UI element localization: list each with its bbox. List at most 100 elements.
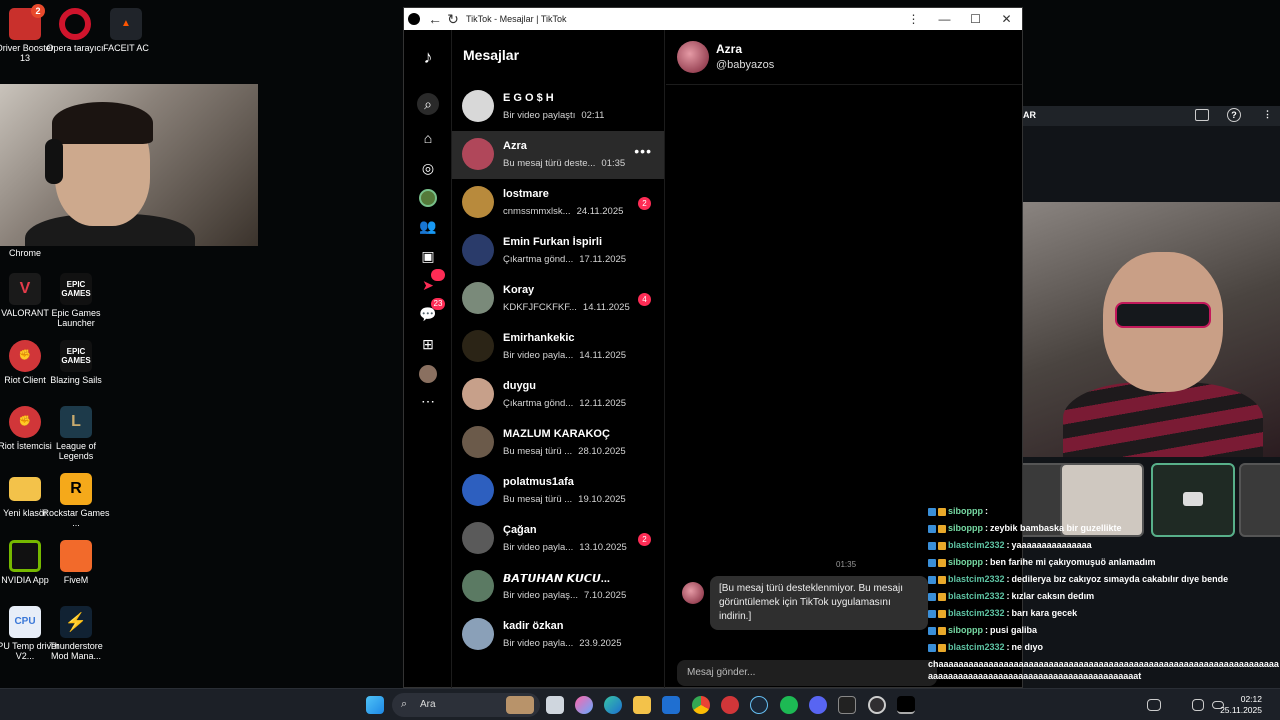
spotify-icon[interactable] [780, 696, 798, 714]
conversation-time: 12.11.2025 [579, 398, 627, 409]
conversation-item[interactable]: E G O $ H Bir video paylaştı 02:11 [452, 83, 664, 131]
chat-message: siboppp: ben farihe mi çakıyomuşuö anlama… [928, 554, 1280, 571]
conversation-item[interactable]: Koray KDKFJFCKFKF... 14.11.2025 4 [452, 275, 664, 323]
back-icon[interactable]: ← [426, 11, 444, 27]
discord-icon[interactable] [809, 696, 827, 714]
conversation-item[interactable]: Emin Furkan İspirli Çıkartma gönd... 17.11… [452, 227, 664, 275]
chat-username: siboppp [948, 523, 983, 533]
refresh-icon[interactable]: ↻ [444, 11, 462, 28]
unread-badge: 4 [638, 293, 651, 306]
file-explorer-icon[interactable] [633, 696, 651, 714]
notifications-icon[interactable]: ➤ 8 [417, 269, 445, 296]
conversation-preview: Bir video paylaştı 02:11 [503, 110, 604, 121]
desktop-icon-faceit[interactable]: ▲ FACEIT AC [91, 8, 161, 53]
desktop-icon-rockstar[interactable]: R Rockstar Games ... [41, 473, 111, 528]
conversation-name: Çağan [503, 524, 537, 536]
outlook-icon[interactable] [662, 696, 680, 714]
obs-icon[interactable] [868, 696, 886, 714]
minimize-button[interactable]: — [929, 12, 960, 26]
task-view-icon[interactable] [546, 696, 564, 714]
live-icon[interactable]: ▣ [417, 245, 439, 267]
message-input[interactable]: Mesaj gönder... [677, 660, 937, 686]
tiktok-taskbar-icon[interactable] [897, 696, 915, 714]
windows-start-icon[interactable] [366, 696, 384, 714]
desktop-icon-label: League of Legends [55, 441, 97, 461]
conversation-preview-text: Bir video paylaş... [503, 590, 578, 601]
volume-icon[interactable] [1192, 699, 1204, 711]
conversation-item[interactable]: 𝘽𝘼𝙏𝙐𝙃𝘼𝙉 𝙆𝙐𝘾𝙐... Bir video paylaş... 7.10.2… [452, 563, 664, 611]
desktop-icon-fivem[interactable]: FiveM [41, 540, 111, 585]
riot-client-icon: ✊ [9, 340, 41, 372]
tray-chevron-icon[interactable] [1122, 696, 1132, 714]
chat-message: siboppp: pusi galiba [928, 622, 1280, 639]
kebab-icon[interactable]: ⋮ [1263, 109, 1272, 120]
conversation-item[interactable]: Azra Bu mesaj türü deste... 01:35 ••• [452, 131, 664, 179]
chat-text: barı kara gecek [1011, 608, 1078, 618]
conversation-item[interactable]: kadir özkan Bir video payla... 23.9.2025 [452, 611, 664, 659]
conversation-item[interactable]: polatmus1afa Bu mesaj türü ... 19.10.2025 [452, 467, 664, 515]
chat-text: chaaaaaaaaaaaaaaaaaaaaaaaaaaaaaaaaaaaaaa… [928, 659, 1279, 681]
chat-message: blastcim2332: dedilerya bız cakıyoz sımay… [928, 571, 1280, 588]
more-options-icon[interactable]: ••• [634, 143, 652, 159]
explore-icon[interactable]: ◎ [417, 157, 439, 179]
conversation-preview-text: Çıkartma gönd... [503, 398, 574, 409]
system-clock[interactable]: 02:12 25.11.2025 [1220, 694, 1262, 716]
maximize-button[interactable]: ☐ [960, 12, 991, 26]
home-icon[interactable]: ⌂ [417, 127, 439, 149]
window-titlebar: ← ↻ TikTok - Mesajlar | TikTok ⋮ — ☐ ✕ [404, 8, 1022, 30]
desktop-icon-label: Blazing Sails [50, 375, 102, 385]
chrome-icon[interactable] [692, 696, 710, 714]
window-menu-button[interactable]: ⋮ [898, 12, 929, 26]
conversation-item[interactable]: Çağan Bir video payla... 13.10.2025 2 [452, 515, 664, 563]
desktop-icon-league[interactable]: L League of Legends [41, 406, 111, 461]
conversation-time: 23.9.2025 [579, 638, 622, 649]
conversation-item[interactable]: Emirhankekic Bir video payla... 14.11.2025 [452, 323, 664, 371]
thunderstore-icon: ⚡ [60, 606, 92, 638]
chat-separator: : [1006, 540, 1010, 550]
tiktok-logo-icon[interactable]: ♪ [417, 46, 439, 68]
folder-icon [9, 477, 41, 501]
driver-booster-icon: 2 [9, 4, 45, 40]
opera-icon [59, 8, 91, 40]
friends-icon[interactable]: 👥 [417, 215, 439, 237]
desktop-icon-label: FACEIT AC [103, 43, 149, 53]
desktop-icon-thunderstore[interactable]: ⚡ Thunderstore Mod Mana... [41, 606, 111, 661]
desktop-icon-epic-launcher[interactable]: EPIC GAMES Epic Games Launcher [41, 273, 111, 328]
messages-icon[interactable]: 💬 23 [417, 298, 445, 325]
edge-icon[interactable] [604, 696, 622, 714]
search-icon[interactable]: ⌕ [417, 93, 439, 115]
unread-badge: 2 [638, 197, 651, 210]
epic-taskbar-icon[interactable] [838, 696, 856, 714]
profile-avatar-icon[interactable] [417, 363, 439, 385]
desktop-icon-blazing-sails[interactable]: EPIC GAMES Blazing Sails [41, 340, 111, 385]
conversation-item[interactable]: MAZLUM KARAKOÇ Bu mesaj türü ... 28.10.202… [452, 419, 664, 467]
thread-name[interactable]: Azra [716, 42, 742, 56]
thread-avatar[interactable] [677, 41, 709, 73]
chat-text: kızlar caksın dedım [1011, 591, 1095, 601]
conversation-item[interactable]: duygu Çıkartma gönd... 12.11.2025 [452, 371, 664, 419]
conversation-avatar [462, 138, 494, 170]
conversation-time: 13.10.2025 [579, 542, 627, 553]
chat-text: pusi galiba [990, 625, 1038, 635]
epic-games-icon: EPIC GAMES [60, 340, 92, 372]
guest-shirt [1063, 382, 1263, 457]
upload-icon[interactable]: ⊞ [417, 333, 439, 355]
network-icon[interactable] [1147, 699, 1161, 711]
following-avatar-icon[interactable] [417, 187, 439, 209]
close-button[interactable]: ✕ [991, 12, 1022, 26]
taskbar-search[interactable]: ⌕ Ara [392, 693, 540, 717]
more-icon[interactable]: ⋯ [417, 390, 439, 412]
screen-share-icon[interactable] [1195, 109, 1209, 121]
copilot-icon[interactable] [575, 696, 593, 714]
desktop-icon-chrome[interactable]: Chrome [0, 248, 60, 258]
riot-taskbar-icon[interactable] [721, 696, 739, 714]
help-icon[interactable]: ? [1227, 108, 1241, 122]
conversation-time: 28.10.2025 [578, 446, 626, 457]
steam-icon[interactable] [750, 696, 768, 714]
chat-text: dedilerya bız cakıyoz sımayda cakabılır … [1011, 574, 1229, 584]
conversation-item[interactable]: lostmare cnmssmmxlsk... 24.11.2025 2 [452, 179, 664, 227]
conversation-avatar [462, 90, 494, 122]
chat-message: blastcim2332: yaaaaaaaaaaaaaaa [928, 537, 1280, 554]
stream-bar-label: AR [1023, 110, 1036, 120]
conversation-preview: Bir video payla... 23.9.2025 [503, 638, 622, 649]
